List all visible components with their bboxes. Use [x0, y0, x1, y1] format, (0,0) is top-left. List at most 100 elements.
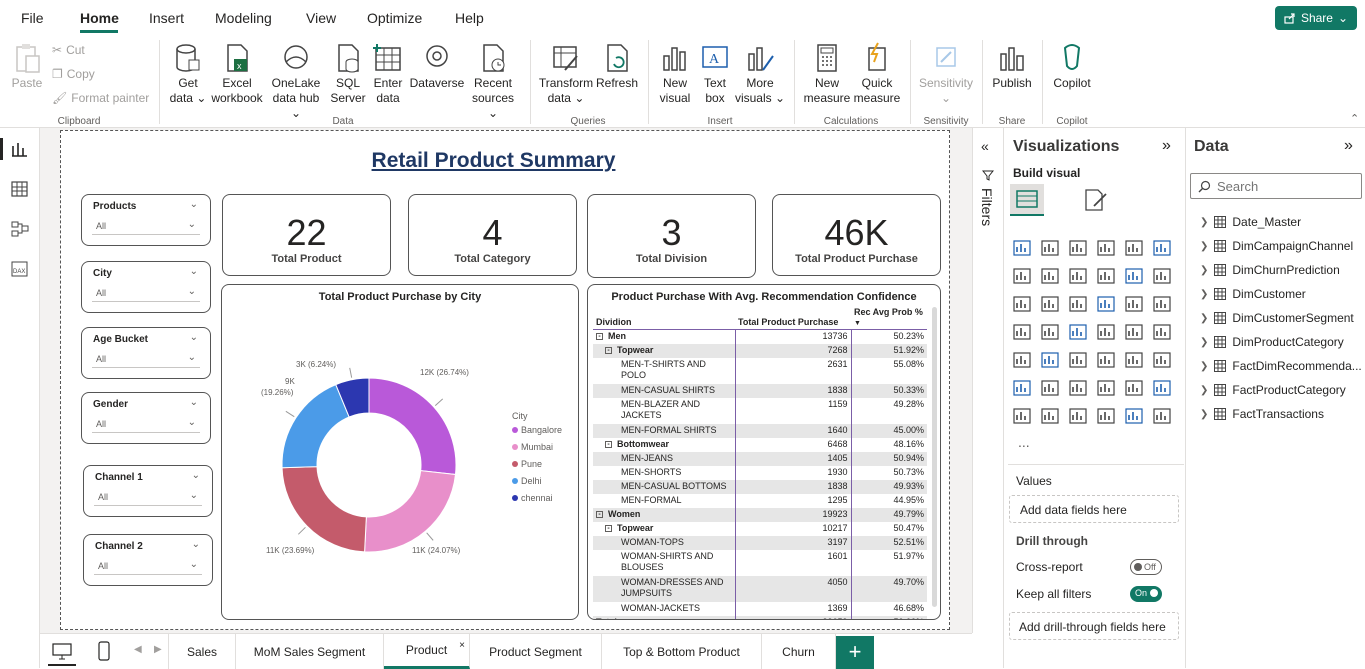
card-total-product[interactable]: 22 Total Product	[222, 194, 391, 276]
recent-sources-button[interactable]: Recent sources ⌄	[466, 42, 520, 121]
matrix-icon[interactable]	[1124, 350, 1144, 370]
column-header-purchase[interactable]: Total Product Purchase	[735, 305, 851, 330]
table-row[interactable]: MEN-SHORTS 1930 50.73%	[593, 465, 927, 480]
arcgis-icon[interactable]	[1096, 322, 1116, 342]
chevron-right-icon[interactable]: ❯	[1200, 217, 1208, 228]
table-icon[interactable]	[1096, 350, 1116, 370]
tab-product[interactable]: Product ×	[384, 634, 470, 669]
table-row[interactable]: WOMAN-TOPS 3197 52.51%	[593, 535, 927, 550]
pie-chart-icon[interactable]	[1096, 294, 1116, 314]
search-input[interactable]	[1217, 178, 1357, 194]
donut-slice-delhi[interactable]	[281, 383, 350, 469]
table-row[interactable]: MEN-FORMAL SHIRTS 1640 45.00%	[593, 423, 927, 438]
tab-sales[interactable]: Sales	[168, 634, 236, 669]
menu-insert[interactable]: Insert	[149, 10, 184, 26]
matrix-table-visual[interactable]: Product Purchase With Avg. Recommendatio…	[587, 284, 941, 620]
chevron-down-icon[interactable]: ⌄	[190, 199, 198, 210]
desktop-layout-icon[interactable]	[52, 642, 72, 660]
chevron-right-icon[interactable]: ❯	[1200, 385, 1208, 396]
gauge-icon[interactable]	[1124, 322, 1144, 342]
donut-slice-bangalore[interactable]	[368, 377, 457, 476]
tab-top-bottom-product[interactable]: Top & Bottom Product	[602, 634, 762, 669]
metrics-icon[interactable]	[1152, 378, 1172, 398]
new-visual-button[interactable]: New visual	[654, 42, 696, 106]
narrative-icon[interactable]	[1124, 378, 1144, 398]
menu-home[interactable]: Home	[80, 10, 119, 26]
multi-row-card-icon[interactable]	[1012, 350, 1032, 370]
data-table-item[interactable]: ❯ DimChurnPrediction	[1200, 263, 1340, 277]
kpi-icon[interactable]	[1040, 350, 1060, 370]
refresh-button[interactable]: Refresh	[594, 42, 640, 91]
dataverse-button[interactable]: Dataverse	[408, 42, 466, 91]
table-row[interactable]: MEN-CASUAL BOTTOMS 1838 49.93%	[593, 479, 927, 494]
slicer-age-bucket[interactable]: Age Bucket ⌄ All ⌄	[81, 327, 211, 379]
onelake-button[interactable]: OneLake data hub ⌄	[266, 42, 326, 121]
add-page-button[interactable]: +	[836, 636, 874, 669]
card-total-division[interactable]: 3 Total Division	[587, 194, 756, 278]
slicer-gender[interactable]: Gender ⌄ All ⌄	[81, 392, 211, 444]
chevron-down-icon[interactable]: ⌄	[192, 539, 200, 550]
more-visuals-ellipsis[interactable]: ...	[1018, 434, 1030, 450]
transform-data-button[interactable]: Transform data ⌄	[536, 42, 596, 106]
paste-button[interactable]: Paste	[8, 42, 46, 91]
collapse-row-icon[interactable]: -	[605, 440, 612, 448]
data-table-item[interactable]: ❯ DimCustomer	[1200, 287, 1306, 301]
chevron-right-icon[interactable]: ❯	[1200, 409, 1208, 420]
table-row[interactable]: - Men 13736 50.23%	[593, 329, 927, 344]
more-visuals-button[interactable]: More visuals ⌄	[734, 42, 786, 106]
donut-slice-pune[interactable]	[281, 466, 367, 553]
area-chart-icon[interactable]	[1040, 266, 1060, 286]
table-row[interactable]: MEN-BLAZER AND JACKETS 1159 49.28%	[593, 397, 927, 424]
filters-pane-collapsed[interactable]: « Filters	[972, 128, 1002, 633]
publish-button[interactable]: Publish	[988, 42, 1036, 91]
diamond-icon[interactable]	[1124, 406, 1144, 426]
azure-map-icon[interactable]	[1068, 322, 1088, 342]
clustered-bar-icon[interactable]	[1068, 238, 1088, 258]
menu-help[interactable]: Help	[455, 10, 484, 26]
chevron-down-icon[interactable]: ⌄	[192, 470, 200, 481]
sensitivity-button[interactable]: Sensitivity ⌄	[914, 42, 978, 106]
data-table-item[interactable]: ❯ DimProductCategory	[1200, 335, 1344, 349]
tab-mom-sales-segment[interactable]: MoM Sales Segment	[236, 634, 384, 669]
r-visual-icon[interactable]	[1152, 350, 1172, 370]
stacked-bar-icon[interactable]	[1012, 238, 1032, 258]
donut-chart-visual[interactable]: Total Product Purchase by City 12K (26.7…	[221, 284, 579, 620]
collapse-row-icon[interactable]: -	[605, 524, 612, 532]
data-table-item[interactable]: ❯ DimCampaignChannel	[1200, 239, 1353, 253]
donut-slice-mumbai[interactable]	[364, 470, 457, 553]
100-area-icon[interactable]	[1096, 266, 1116, 286]
enter-data-button[interactable]: Enter data	[368, 42, 408, 106]
build-visual-tab[interactable]	[1010, 184, 1044, 216]
table-row[interactable]: - Women 19923 49.79%	[593, 507, 927, 522]
share-button[interactable]: Share ⌄	[1275, 6, 1357, 30]
menu-modeling[interactable]: Modeling	[215, 10, 272, 26]
copilot-button[interactable]: Copilot	[1048, 42, 1096, 91]
excel-workbook-button[interactable]: x Excel workbook	[208, 42, 266, 106]
column-header-rec-prob[interactable]: Rec Avg Prob % ▼	[851, 305, 927, 330]
close-tab-icon[interactable]: ×	[459, 640, 465, 651]
slicer-dropdown[interactable]: All ⌄	[94, 489, 202, 506]
collapse-row-icon[interactable]: -	[605, 346, 612, 354]
card-total-category[interactable]: 4 Total Category	[408, 194, 577, 276]
collapse-pane-icon[interactable]: »	[1344, 137, 1353, 155]
menu-view[interactable]: View	[306, 10, 336, 26]
chevron-icon[interactable]	[1152, 406, 1172, 426]
legend-item[interactable]: Mumbai	[512, 442, 562, 452]
card-total-product-purchase[interactable]: 46K Total Product Purchase	[772, 194, 941, 276]
ribbon-chart-icon[interactable]	[1152, 266, 1172, 286]
chevron-right-icon[interactable]: ❯	[1200, 313, 1208, 324]
funnel-icon[interactable]	[1040, 294, 1060, 314]
tab-churn[interactable]: Churn	[762, 634, 836, 669]
get-data-button[interactable]: Get data ⌄	[166, 42, 210, 106]
cross-report-toggle[interactable]: Off	[1130, 559, 1162, 575]
table-row[interactable]: Total 33659 50.00%	[593, 615, 927, 619]
table-row[interactable]: - Bottomwear 6468 48.16%	[593, 437, 927, 452]
table-row[interactable]: - Topwear 10217 50.47%	[593, 521, 927, 536]
collapse-pane-icon[interactable]: »	[1162, 137, 1171, 155]
chevron-right-icon[interactable]: ❯	[1200, 241, 1208, 252]
slicer-dropdown[interactable]: All ⌄	[92, 351, 200, 368]
donut-chart-icon[interactable]	[1124, 294, 1144, 314]
chevron-right-icon[interactable]: ❯	[1200, 361, 1208, 372]
line-column-icon[interactable]	[1124, 266, 1144, 286]
tab-scroll-right-icon[interactable]: ▶	[154, 644, 162, 655]
